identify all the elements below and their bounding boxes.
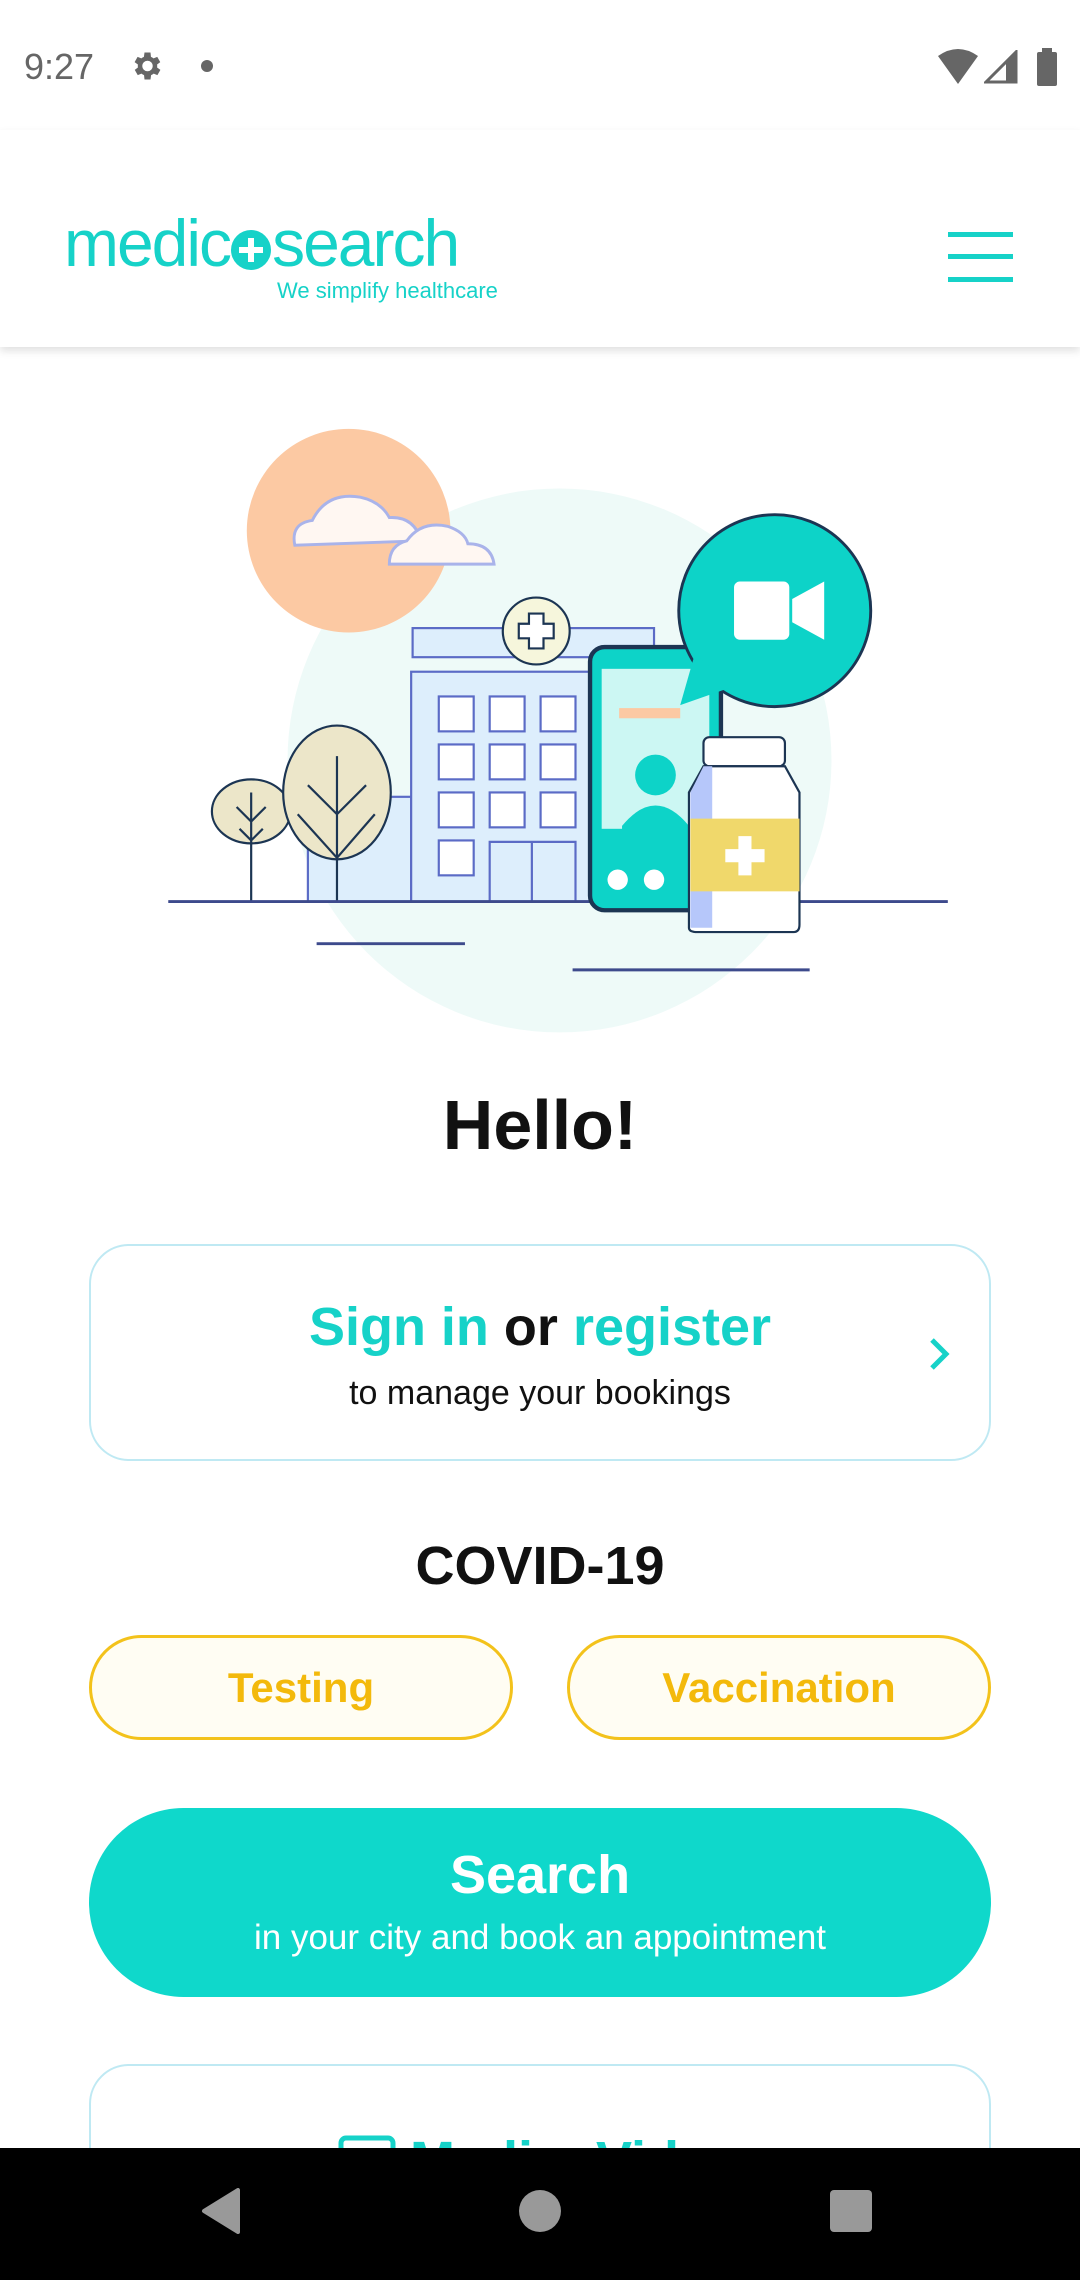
logo-cross-icon bbox=[231, 230, 272, 270]
signal-icon bbox=[984, 50, 1018, 84]
status-time: 9:27 bbox=[24, 46, 95, 87]
search-button[interactable]: Search in your city and book an appointm… bbox=[89, 1808, 991, 1997]
battery-icon bbox=[1037, 48, 1057, 86]
notification-dot-icon bbox=[201, 60, 213, 72]
hamburger-menu-button[interactable] bbox=[948, 232, 1013, 282]
status-bar: 9:27 bbox=[0, 0, 1080, 130]
hero-illustration bbox=[168, 428, 948, 1033]
covid-heading: COVID-19 bbox=[415, 1536, 665, 1596]
chevron-right-icon bbox=[930, 1338, 950, 1370]
logo[interactable]: medic search bbox=[64, 210, 460, 276]
testing-button[interactable]: Testing bbox=[89, 1635, 513, 1740]
sign-in-subtitle: to manage your bookings bbox=[349, 1374, 731, 1412]
tagline: We simplify healthcare bbox=[277, 278, 498, 303]
greeting-heading: Hello! bbox=[442, 1086, 638, 1164]
back-icon[interactable] bbox=[200, 2188, 240, 2234]
search-title: Search bbox=[449, 1845, 631, 1905]
vaccination-button[interactable]: Vaccination bbox=[567, 1635, 991, 1740]
or-text: or bbox=[488, 1297, 573, 1357]
sign-in-link[interactable]: Sign in bbox=[309, 1297, 489, 1357]
logo-text-right: search bbox=[272, 206, 460, 280]
recents-icon[interactable] bbox=[830, 2190, 872, 2232]
gear-icon bbox=[134, 52, 161, 80]
logo-text-left: medic bbox=[64, 206, 232, 280]
app-header: medic search We simplify healthcare bbox=[0, 130, 1080, 347]
wifi-icon bbox=[938, 49, 978, 84]
sign-in-register-card[interactable]: Sign in or register to manage your booki… bbox=[89, 1244, 991, 1461]
system-nav-bar bbox=[0, 2148, 1080, 2280]
sign-in-line: Sign in or register bbox=[91, 1296, 989, 1358]
search-subtitle: in your city and book an appointment bbox=[253, 1918, 827, 1957]
register-link[interactable]: register bbox=[573, 1297, 771, 1357]
home-icon[interactable] bbox=[519, 2190, 561, 2232]
